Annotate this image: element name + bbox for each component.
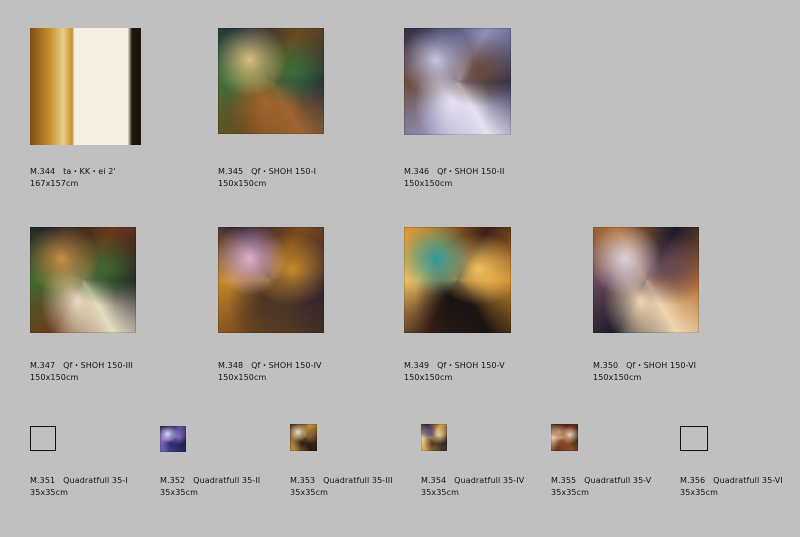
artwork-thumbnail[interactable] <box>30 227 136 333</box>
artwork-caption: M.354 Quadratfull 35-IV 35x35cm <box>421 476 525 497</box>
artwork-caption: M.346 Qf・SHOH 150-II 150x150cm <box>404 167 505 188</box>
artwork-caption: M.347 Qf・SHOH 150-III 150x150cm <box>30 361 133 382</box>
artwork-thumbnail[interactable] <box>30 28 141 145</box>
artwork-item[interactable]: M.353 Quadratfull 35-III 35x35cm <box>290 424 415 501</box>
artwork-item[interactable]: M.346 Qf・SHOH 150-II 150x150cm <box>404 28 574 193</box>
artwork-thumbnail[interactable] <box>218 28 324 134</box>
artwork-item[interactable]: M.347 Qf・SHOH 150-III 150x150cm <box>30 227 200 387</box>
artwork-caption: M.351 Quadratfull 35-I 35x35cm <box>30 476 128 497</box>
artwork-caption: M.344 ta・KK・ei 2' 167x157cm <box>30 167 116 188</box>
artwork-thumbnail[interactable] <box>290 424 317 451</box>
artwork-item[interactable]: M.352 Quadratfull 35-II 35x35cm <box>160 426 285 501</box>
artwork-caption: M.350 Qf・SHOH 150-VI 150x150cm <box>593 361 697 382</box>
artwork-thumbnail[interactable] <box>404 28 511 135</box>
artwork-item[interactable]: M.350 Qf・SHOH 150-VI 150x150cm <box>593 227 763 387</box>
empty-frame[interactable] <box>680 426 708 451</box>
artwork-item[interactable]: M.344 ta・KK・ei 2' 167x157cm <box>30 28 190 193</box>
artwork-caption: M.348 Qf・SHOH 150-IV 150x150cm <box>218 361 322 382</box>
artwork-caption: M.353 Quadratfull 35-III 35x35cm <box>290 476 393 497</box>
artwork-item[interactable]: M.354 Quadratfull 35-IV 35x35cm <box>421 424 546 501</box>
artwork-caption: M.356 Quadratfull 35-VI 35x35cm <box>680 476 783 497</box>
artwork-thumbnail[interactable] <box>404 227 511 333</box>
artwork-thumbnail[interactable] <box>551 424 578 451</box>
artwork-item[interactable]: M.355 Quadratfull 35-V 35x35cm <box>551 424 676 501</box>
artwork-item[interactable]: M.349 Qf・SHOH 150-V 150x150cm <box>404 227 574 387</box>
artwork-item[interactable]: M.356 Quadratfull 35-VI 35x35cm <box>680 426 798 501</box>
artwork-thumbnail[interactable] <box>593 227 699 333</box>
empty-frame[interactable] <box>30 426 56 451</box>
artwork-item[interactable]: M.351 Quadratfull 35-I 35x35cm <box>30 426 155 501</box>
artwork-caption: M.349 Qf・SHOH 150-V 150x150cm <box>404 361 505 382</box>
artwork-caption: M.352 Quadratfull 35-II 35x35cm <box>160 476 261 497</box>
artwork-thumbnail[interactable] <box>160 426 186 452</box>
artwork-caption: M.345 Qf・SHOH 150-I 150x150cm <box>218 167 317 188</box>
artwork-item[interactable]: M.345 Qf・SHOH 150-I 150x150cm <box>218 28 378 193</box>
artwork-caption: M.355 Quadratfull 35-V 35x35cm <box>551 476 652 497</box>
artwork-item[interactable]: M.348 Qf・SHOH 150-IV 150x150cm <box>218 227 388 387</box>
artwork-thumbnail[interactable] <box>421 424 447 451</box>
artwork-thumbnail[interactable] <box>218 227 324 333</box>
